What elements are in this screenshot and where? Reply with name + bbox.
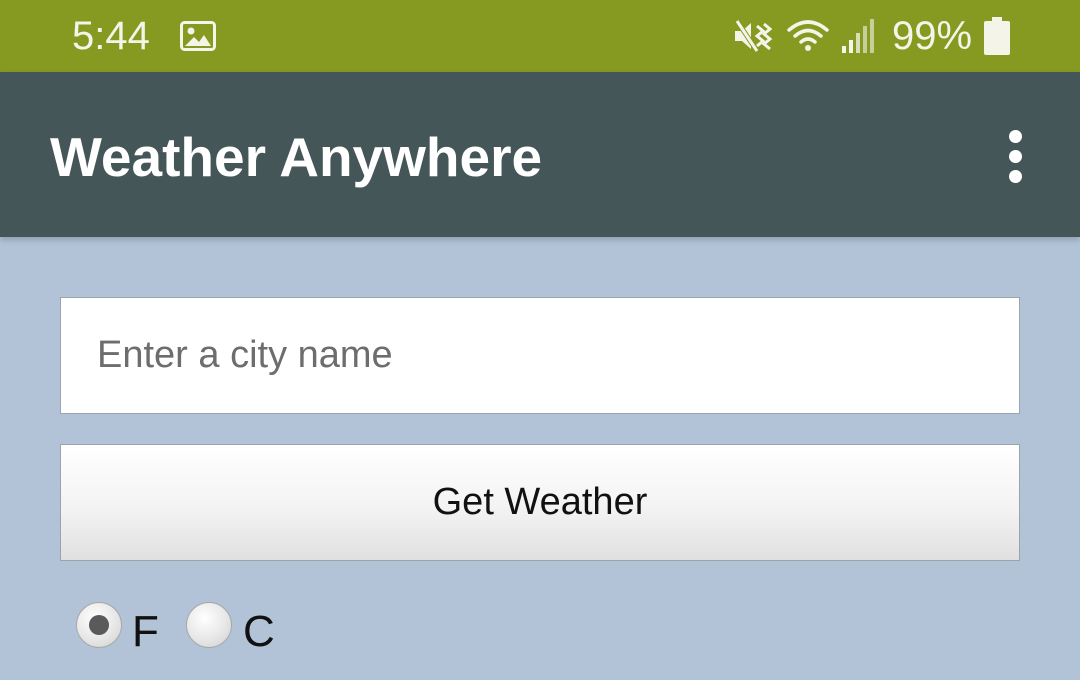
menu-dot — [1008, 129, 1022, 143]
celsius-label[interactable]: C — [243, 608, 275, 656]
city-name-input[interactable] — [60, 297, 1020, 414]
signal-icon — [842, 19, 874, 53]
gallery-icon — [180, 21, 216, 51]
menu-dot — [1008, 169, 1022, 183]
celsius-radio[interactable] — [186, 602, 232, 648]
radio-selected-dot — [89, 615, 109, 635]
battery-icon — [984, 17, 1010, 55]
fahrenheit-label[interactable]: F — [132, 608, 159, 656]
overflow-menu-icon[interactable] — [990, 122, 1040, 190]
fahrenheit-radio[interactable] — [76, 602, 122, 648]
get-weather-button[interactable]: Get Weather — [60, 444, 1020, 561]
mute-vibrate-icon — [734, 19, 773, 53]
status-time: 5:44 — [72, 14, 150, 58]
menu-dot — [1008, 149, 1022, 163]
battery-percentage: 99% — [892, 14, 973, 58]
app-bar: Weather Anywhere — [0, 72, 1080, 237]
wifi-icon — [787, 20, 829, 51]
app-title: Weather Anywhere — [50, 126, 543, 188]
status-bar: 5:44 99% — [0, 0, 1080, 72]
